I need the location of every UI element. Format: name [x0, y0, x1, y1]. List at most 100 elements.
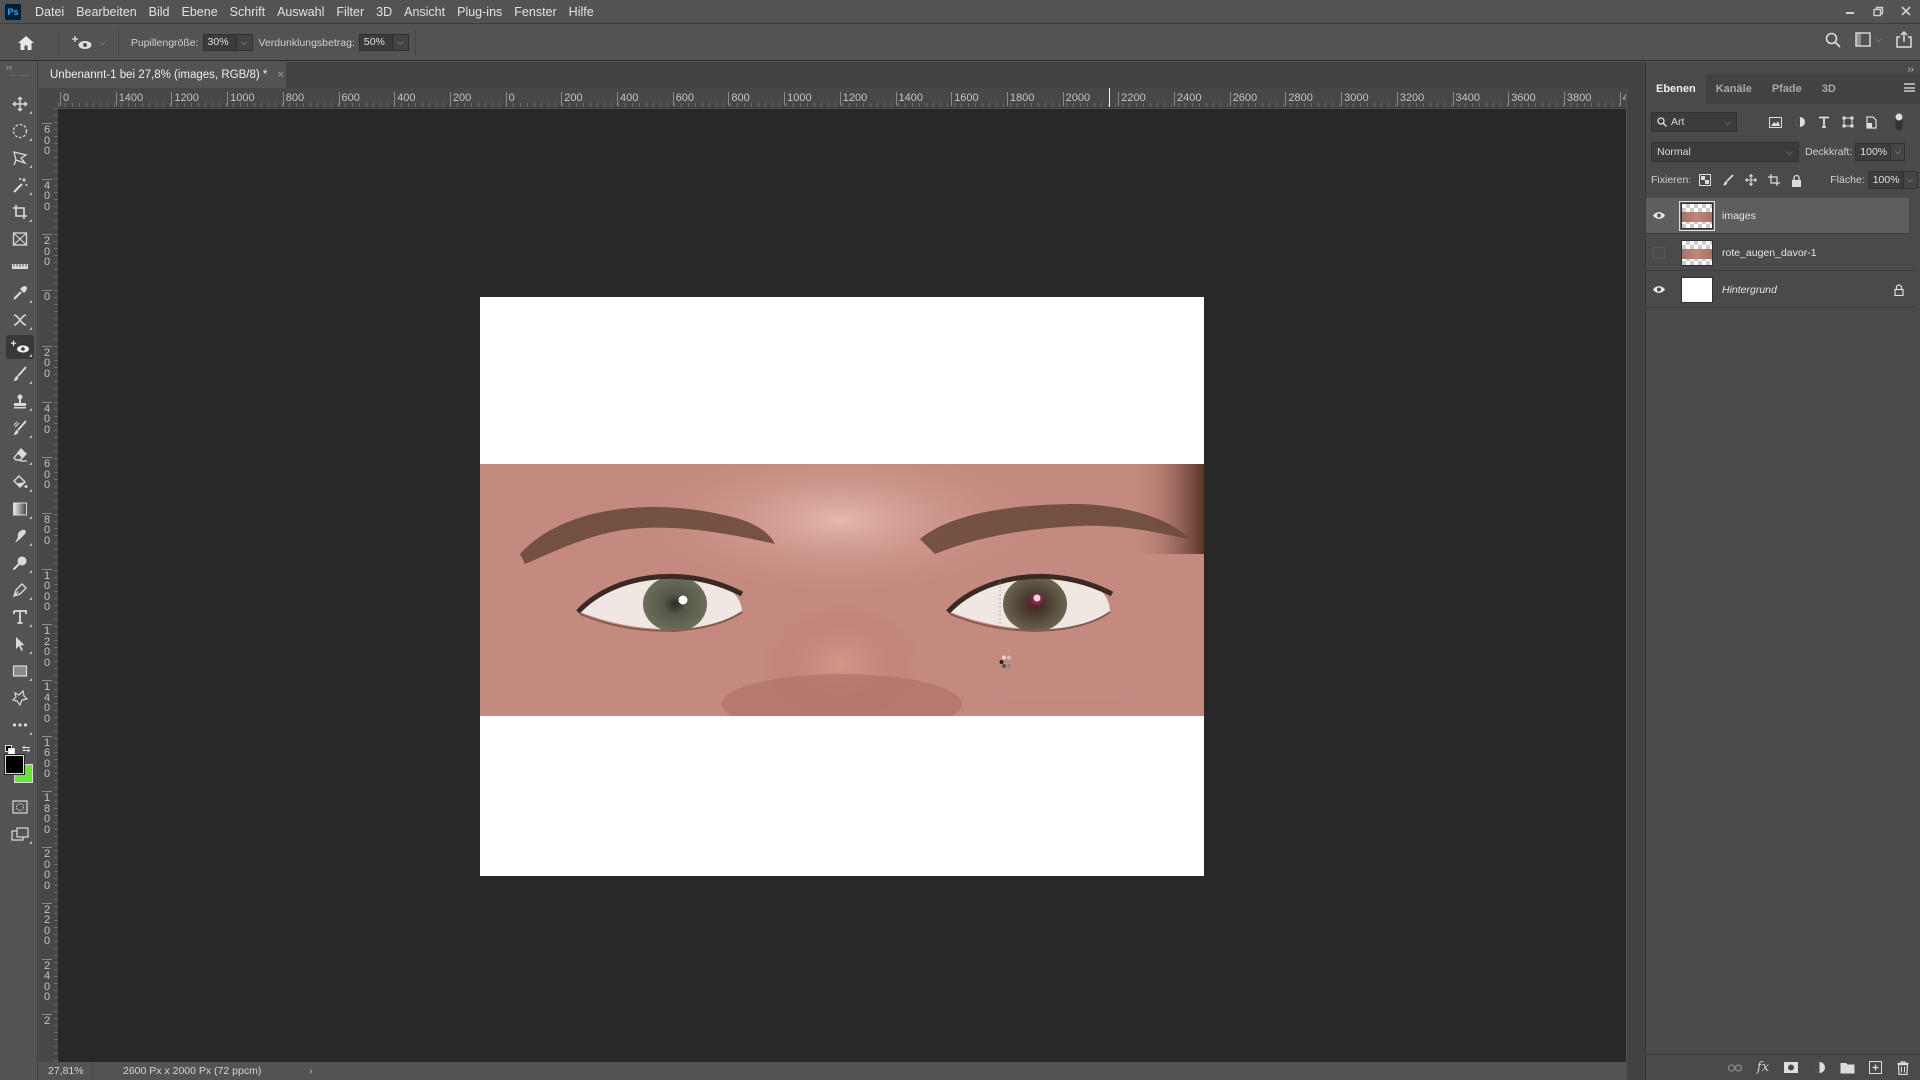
layer-visibility-toggle[interactable] — [1646, 246, 1672, 259]
opacity-input[interactable]: 100% — [1855, 143, 1892, 161]
lock-pixels-button[interactable] — [1720, 173, 1735, 188]
frame-tool[interactable] — [6, 227, 34, 251]
red-eye-tool[interactable] — [6, 335, 34, 359]
menu-filter[interactable]: Filter — [330, 0, 370, 24]
workspace-button[interactable]: ⌵ — [1855, 32, 1882, 47]
menu-3d[interactable]: 3D — [370, 0, 398, 24]
paint-bucket-tool[interactable] — [6, 470, 34, 494]
filter-type-layers-button[interactable] — [1816, 115, 1831, 130]
pen-tool[interactable] — [6, 578, 34, 602]
toolbar-grip[interactable] — [10, 75, 30, 77]
add-mask-button[interactable] — [1783, 1060, 1799, 1076]
add-layer-style-button[interactable]: fx — [1755, 1060, 1771, 1076]
layer-row-rote-augen-davor-1[interactable]: rote_augen_davor-1 — [1646, 235, 1916, 271]
layer-row-images[interactable]: images — [1646, 198, 1909, 234]
menu-bild[interactable]: Bild — [143, 0, 176, 24]
more-tools-button[interactable] — [6, 713, 34, 737]
type-tool[interactable] — [6, 605, 34, 629]
share-button[interactable] — [1896, 31, 1912, 48]
layer-visibility-toggle[interactable] — [1646, 211, 1672, 220]
polygonal-lasso-tool[interactable] — [6, 146, 34, 170]
layer-lock-icon[interactable] — [1894, 283, 1904, 296]
filter-toggle-switch[interactable] — [1895, 113, 1903, 131]
pupil-size-dropdown[interactable]: ⌵ — [236, 34, 253, 51]
home-button[interactable] — [0, 35, 52, 51]
gradient-tool[interactable] — [6, 497, 34, 521]
menu-hilfe[interactable]: Hilfe — [563, 0, 600, 24]
filter-shape-layers-button[interactable] — [1840, 115, 1855, 130]
clone-stamp-tool[interactable] — [6, 389, 34, 413]
magic-wand-tool[interactable] — [6, 173, 34, 197]
layer-name[interactable]: rote_augen_davor-1 — [1722, 247, 1817, 259]
fill-input[interactable]: 100% — [1867, 171, 1904, 189]
menu-plugins[interactable]: Plug-ins — [451, 0, 508, 24]
swap-colors-icon[interactable]: ⇆ — [22, 744, 30, 755]
menu-bearbeiten[interactable]: Bearbeiten — [70, 0, 142, 24]
elliptical-marquee-tool[interactable] — [6, 119, 34, 143]
restore-button[interactable] — [1864, 0, 1892, 22]
eyedropper-tool[interactable] — [6, 281, 34, 305]
menu-schrift[interactable]: Schrift — [224, 0, 271, 24]
lock-artboard-button[interactable] — [1766, 173, 1781, 188]
link-layers-button[interactable] — [1727, 1060, 1743, 1076]
dodge-tool[interactable] — [6, 551, 34, 575]
filter-adjustment-layers-button[interactable] — [1792, 115, 1807, 130]
layer-visibility-toggle[interactable] — [1646, 285, 1672, 294]
rectangle-tool[interactable] — [6, 659, 34, 683]
lock-position-button[interactable] — [1743, 173, 1758, 188]
quick-mask-button[interactable] — [6, 795, 34, 819]
screen-mode-button[interactable] — [6, 822, 34, 846]
zoom-level[interactable]: 27,81% — [39, 1062, 93, 1080]
layer-filter-kind-select[interactable]: Art ⌵ — [1651, 112, 1737, 132]
document-tab[interactable]: Unbenannt-1 bei 27,8% (images, RGB/8) * … — [39, 62, 286, 88]
eyes-photo-layer[interactable] — [480, 464, 1204, 716]
tool-preset-picker[interactable]: ⌵ — [65, 35, 112, 51]
pupil-size-input[interactable]: 30% — [202, 34, 237, 51]
document-canvas[interactable] — [480, 297, 1204, 876]
ruler-tool[interactable] — [6, 254, 34, 278]
tab-pfade[interactable]: Pfade — [1762, 74, 1812, 104]
opacity-slider-button[interactable]: ⌵ — [1891, 143, 1906, 161]
menu-auswahl[interactable]: Auswahl — [271, 0, 330, 24]
layer-row-hintergrund[interactable]: Hintergrund — [1646, 272, 1916, 308]
ruler-origin[interactable] — [39, 88, 58, 108]
move-tool[interactable] — [6, 92, 34, 116]
search-button[interactable] — [1825, 32, 1841, 48]
minimize-button[interactable] — [1836, 0, 1864, 22]
eraser-tool[interactable] — [6, 443, 34, 467]
brush-tool[interactable] — [6, 362, 34, 386]
darken-amount-input[interactable]: 50% — [358, 34, 393, 51]
menu-ansicht[interactable]: Ansicht — [398, 0, 451, 24]
tab-3d[interactable]: 3D — [1812, 74, 1846, 104]
blend-mode-select[interactable]: Normal ⌵ — [1651, 142, 1799, 162]
menu-ebene[interactable]: Ebene — [176, 0, 224, 24]
tab-kanaele[interactable]: Kanäle — [1706, 74, 1762, 104]
content-aware-move-tool[interactable] — [6, 308, 34, 332]
tab-ebenen[interactable]: Ebenen — [1646, 74, 1706, 104]
panel-menu-icon[interactable] — [1904, 83, 1915, 92]
expand-panel-icon[interactable]: ›› — [6, 62, 12, 72]
darken-amount-dropdown[interactable]: ⌵ — [392, 34, 409, 51]
new-group-button[interactable] — [1839, 1060, 1855, 1076]
lock-all-button[interactable] — [1789, 173, 1804, 188]
delete-layer-button[interactable] — [1895, 1060, 1911, 1076]
smudge-tool[interactable] — [6, 524, 34, 548]
menu-datei[interactable]: Datei — [29, 0, 70, 24]
custom-shape-tool[interactable] — [6, 686, 34, 710]
lock-transparency-button[interactable] — [1697, 173, 1712, 188]
history-brush-tool[interactable] — [6, 416, 34, 440]
crop-tool[interactable] — [6, 200, 34, 224]
layer-name[interactable]: Hintergrund — [1722, 284, 1777, 296]
foreground-color-swatch[interactable] — [4, 754, 25, 775]
fill-slider-button[interactable]: ⌵ — [1903, 171, 1918, 189]
filter-smart-objects-button[interactable] — [1864, 115, 1879, 130]
new-layer-button[interactable] — [1867, 1060, 1883, 1076]
menu-fenster[interactable]: Fenster — [508, 0, 562, 24]
new-adjustment-layer-button[interactable] — [1811, 1060, 1827, 1076]
default-colors-button[interactable] — [5, 745, 15, 755]
layer-name[interactable]: images — [1722, 210, 1756, 222]
close-window-button[interactable] — [1892, 0, 1920, 22]
filter-pixel-layers-button[interactable] — [1768, 115, 1783, 130]
status-menu-arrow[interactable]: › — [309, 1065, 313, 1077]
horizontal-ruler[interactable]: 0 1400 1200 1000 800 600 400 200 0 200 400 600 800 10… — [58, 88, 1626, 108]
